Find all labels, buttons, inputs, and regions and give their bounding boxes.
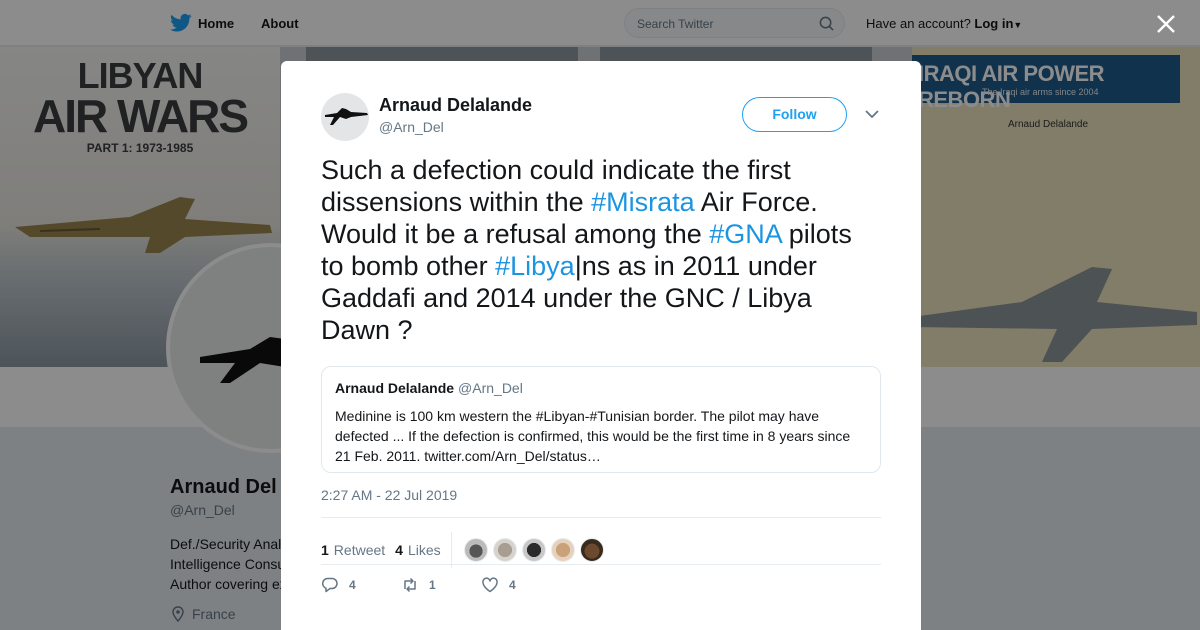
retweet-stat-label: Retweet (333, 542, 386, 558)
tweet-author-handle[interactable]: @Arn_Del (379, 119, 444, 135)
divider (321, 564, 881, 565)
liker-avatars (463, 538, 609, 562)
tweet-actions: 4 1 4 (321, 576, 561, 594)
quoted-tweet-header: Arnaud Delalande @Arn_Del (335, 380, 867, 398)
heart-icon (482, 577, 498, 593)
reply-icon (321, 577, 338, 593)
reply-button[interactable]: 4 (321, 576, 401, 594)
quoted-author-name: Arnaud Delalande (335, 380, 455, 396)
likes-stat[interactable]: 4 Likes (395, 542, 440, 558)
likes-stat-label: Likes (407, 542, 441, 558)
hashtag-link[interactable]: #GNA (709, 219, 781, 249)
close-icon[interactable] (1155, 13, 1177, 35)
chevron-down-icon[interactable] (865, 109, 879, 119)
retweet-button[interactable]: 1 (401, 576, 481, 594)
liker-avatar[interactable] (521, 538, 546, 562)
quoted-tweet-text: Medinine is 100 km western the #Libyan-#… (335, 408, 851, 464)
like-button[interactable]: 4 (481, 576, 561, 594)
follow-button[interactable]: Follow (742, 97, 847, 132)
tweet-modal: Arnaud Delalande @Arn_Del Follow Such a … (281, 61, 921, 630)
divider (450, 532, 452, 568)
like-action-count: 4 (509, 578, 516, 592)
liker-avatar[interactable] (550, 538, 575, 562)
like-count: 4 (395, 542, 403, 558)
tweet-author-avatar[interactable] (321, 93, 369, 141)
divider (321, 517, 881, 518)
liker-avatar[interactable] (463, 538, 488, 562)
liker-avatar[interactable] (579, 538, 604, 562)
hashtag-link[interactable]: #Misrata (591, 187, 695, 217)
retweet-stat[interactable]: 1 Retweet (321, 542, 385, 558)
quoted-tweet[interactable]: Arnaud Delalande @Arn_Del Medinine is 100… (321, 366, 881, 473)
retweet-action-count: 1 (429, 578, 436, 592)
hashtag-link[interactable]: #Libya (495, 251, 575, 281)
liker-avatar[interactable] (492, 538, 517, 562)
drone-icon (325, 108, 368, 125)
tweet-author-name[interactable]: Arnaud Delalande (379, 95, 532, 116)
tweet-stats: 1 Retweet 4 Likes (321, 532, 609, 568)
quoted-author-handle: @Arn_Del (458, 380, 523, 396)
tweet-timestamp[interactable]: 2:27 AM - 22 Jul 2019 (321, 487, 457, 503)
tweet-text: Such a defection could indicate the firs… (321, 154, 881, 346)
retweet-icon (404, 577, 416, 593)
retweet-count: 1 (321, 542, 329, 558)
reply-count: 4 (349, 578, 356, 592)
